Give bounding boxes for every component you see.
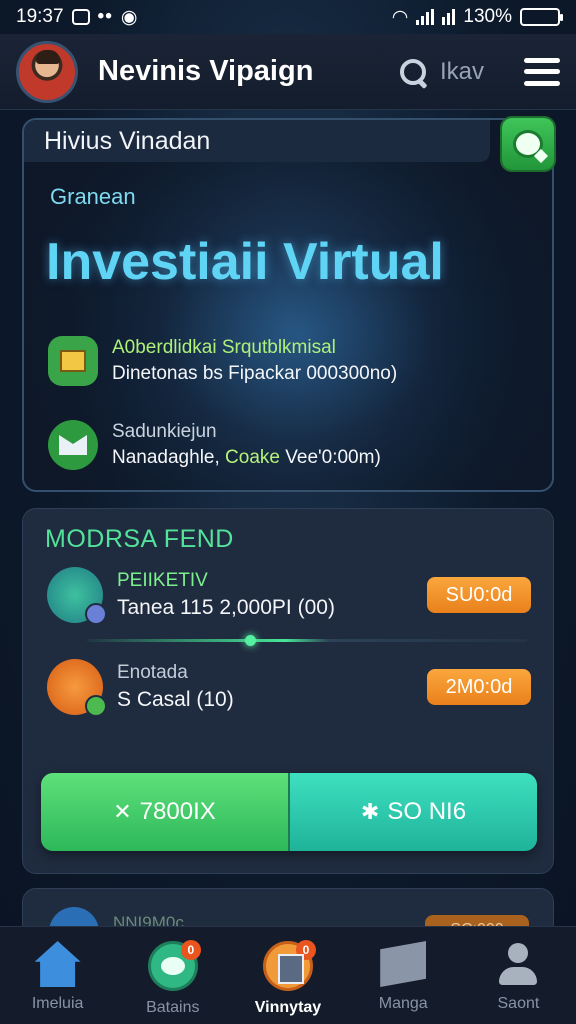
battery-percent: 130% xyxy=(463,6,512,27)
feature-desc: Dinetonas bs Fipackar 000300no) xyxy=(112,363,398,384)
wifi-icon: ◠ xyxy=(391,6,409,28)
hamburger-menu-icon[interactable] xyxy=(524,57,560,86)
nav-label: Manga xyxy=(378,995,428,1012)
fund-card: MODRSA FEND PEIIKETIV Tanea 115 2,000PI … xyxy=(22,508,554,874)
card-subtitle: Granean xyxy=(50,184,136,209)
fund-row[interactable]: Enotada S Casal (10) 2M0:0d xyxy=(47,659,531,717)
box-icon xyxy=(380,941,427,987)
more-dots-icon: •• xyxy=(97,6,113,27)
notification-icon xyxy=(71,9,90,25)
fund-row-title: Enotada xyxy=(117,662,188,683)
feature-title: A0berdlidkai Srqutblkmisal xyxy=(112,337,336,358)
user-icon xyxy=(495,941,541,987)
card-headline: Investiaii Virtual xyxy=(46,233,444,291)
card-titlebar: Hivius Vinadan xyxy=(24,120,490,162)
chat-bubble-icon xyxy=(513,130,543,158)
section-title: MODRSA FEND xyxy=(45,525,234,553)
progress-divider xyxy=(87,639,527,642)
nav-item-home[interactable]: Imeluia xyxy=(0,927,115,1024)
document-icon: 0 xyxy=(263,940,316,991)
fund-row-desc: Tanea 115 2,000PI (00) xyxy=(117,596,335,619)
nav-item-profile[interactable]: Saont xyxy=(461,927,576,1024)
tools-icon: ✕ xyxy=(113,799,132,824)
battery-icon xyxy=(520,8,563,26)
nav-item-chats[interactable]: 0 Batains xyxy=(115,927,230,1024)
status-bar: 19:37 •• ◉ ◠ 130% xyxy=(0,0,576,34)
nav-label: Saont xyxy=(497,995,540,1012)
page-title: Nevinis Vipaign xyxy=(98,55,314,87)
avatar[interactable] xyxy=(16,40,78,103)
search-icon[interactable] xyxy=(398,57,428,87)
envelope-icon xyxy=(48,420,98,470)
feature-title: Sadunkiejun xyxy=(112,421,217,442)
feature-item[interactable]: Sadunkiejun Nanadaghle, Coake Vee'0:00m) xyxy=(48,420,381,470)
cup-icon xyxy=(47,659,107,717)
home-icon xyxy=(34,941,81,987)
feature-desc: Nanadaghle, Coake Vee'0:00m) xyxy=(112,447,381,468)
app-status-icon: ◉ xyxy=(120,6,138,28)
progress-knob[interactable] xyxy=(245,635,256,646)
signal-2-icon xyxy=(442,9,456,25)
chat-help-button[interactable] xyxy=(502,118,554,170)
search-label[interactable]: Ikav xyxy=(440,58,484,86)
nav-label: Vinnytay xyxy=(254,999,322,1016)
chat-icon: 0 xyxy=(147,940,201,991)
action-bar: ✕ 7800IX ✱ SO NI6 xyxy=(41,773,537,851)
fund-row-title: PEIIKETIV xyxy=(117,570,208,591)
app-header: Nevinis Vipaign Ikav xyxy=(0,34,576,110)
fund-row[interactable]: PEIIKETIV Tanea 115 2,000PI (00) SU0:0d xyxy=(47,567,531,625)
investment-icon xyxy=(47,567,107,625)
fund-row-desc: S Casal (10) xyxy=(117,688,234,711)
bottom-nav: Imeluia 0 Batains 0 Vinnytay Manga Saont xyxy=(0,926,576,1024)
primary-action-button[interactable]: ✕ 7800IX xyxy=(41,773,290,851)
nav-label: Batains xyxy=(146,999,200,1016)
fund-row-button[interactable]: 2M0:0d xyxy=(427,669,531,705)
nav-label: Imeluia xyxy=(31,995,84,1012)
feature-item[interactable]: A0berdlidkai Srqutblkmisal Dinetonas bs … xyxy=(48,336,397,386)
status-time: 19:37 xyxy=(16,6,64,27)
nav-item-active[interactable]: 0 Vinnytay xyxy=(230,927,345,1024)
notification-badge: 0 xyxy=(296,940,316,960)
chart-box-icon xyxy=(48,336,98,386)
nav-item-manga[interactable]: Manga xyxy=(346,927,461,1024)
signal-icon xyxy=(416,9,435,25)
virtual-investment-card: Hivius Vinadan Granean Investiaii Virtua… xyxy=(22,118,554,492)
fund-row-button[interactable]: SU0:0d xyxy=(427,577,531,613)
secondary-action-button[interactable]: ✱ SO NI6 xyxy=(290,773,537,851)
notification-badge: 0 xyxy=(180,940,201,960)
gear-icon: ✱ xyxy=(360,799,380,824)
